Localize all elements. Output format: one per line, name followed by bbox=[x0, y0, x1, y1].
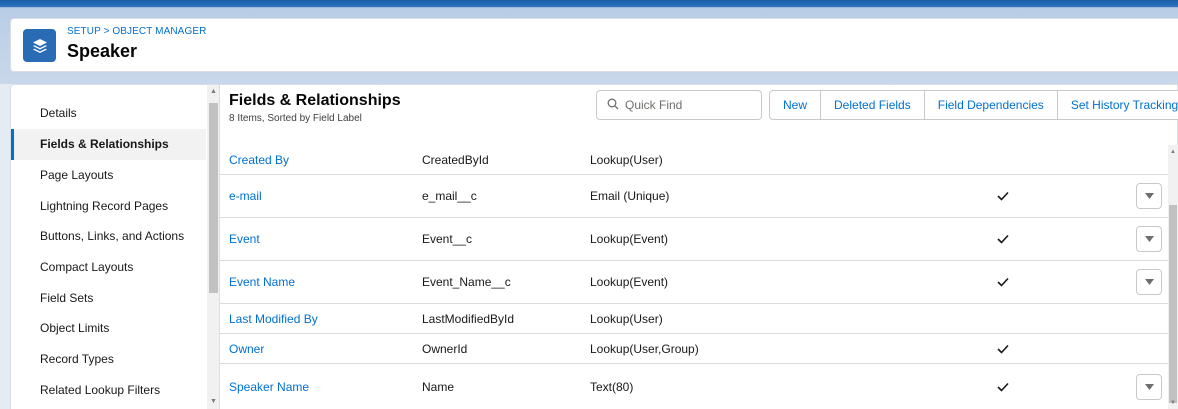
breadcrumb-setup-link[interactable]: SETUP bbox=[67, 26, 101, 37]
sidebar-item-related-lookup-filters[interactable]: Related Lookup Filters bbox=[11, 375, 206, 406]
scroll-up-icon[interactable]: ▲ bbox=[1169, 148, 1177, 156]
check-icon bbox=[996, 364, 1010, 409]
row-actions-menu-button[interactable] bbox=[1136, 183, 1162, 209]
breadcrumb-object-manager-link[interactable]: OBJECT MANAGER bbox=[112, 26, 206, 37]
breadcrumb: SETUP > OBJECT MANAGER bbox=[67, 26, 206, 37]
quick-find-placeholder: Quick Find bbox=[625, 98, 683, 112]
quick-find-input[interactable]: Quick Find bbox=[596, 90, 762, 120]
chevron-down-icon bbox=[1144, 384, 1154, 390]
sidebar-item-buttons-links-actions[interactable]: Buttons, Links, and Actions bbox=[11, 221, 206, 252]
field-label-link[interactable]: Last Modified By bbox=[229, 304, 318, 333]
row-actions-menu-button[interactable] bbox=[1136, 226, 1162, 252]
scroll-down-icon[interactable]: ▼ bbox=[1169, 399, 1177, 407]
field-data-type: Lookup(User) bbox=[590, 311, 663, 326]
row-actions-cell bbox=[1136, 218, 1162, 260]
sidebar-scrollbar-thumb[interactable] bbox=[209, 103, 218, 293]
object-header: SETUP > OBJECT MANAGER Speaker bbox=[10, 18, 1178, 72]
field-label-link[interactable]: Event bbox=[229, 218, 260, 260]
section-title: Fields & Relationships bbox=[229, 92, 401, 109]
table-row: e-mail e_mail__c Email (Unique) bbox=[220, 175, 1168, 218]
sidebar-item-fields-relationships[interactable]: Fields & Relationships bbox=[11, 129, 206, 160]
deleted-fields-button[interactable]: Deleted Fields bbox=[820, 91, 924, 119]
row-actions-cell bbox=[1136, 364, 1162, 409]
sidebar-item-field-sets[interactable]: Field Sets bbox=[11, 283, 206, 314]
field-api-name: LastModifiedById bbox=[422, 311, 515, 326]
field-label-link[interactable]: Owner bbox=[229, 334, 264, 363]
table-row: Event Event__c Lookup(Event) bbox=[220, 218, 1168, 261]
field-data-type: Lookup(User) bbox=[590, 152, 663, 167]
row-actions-cell bbox=[1136, 261, 1162, 303]
check-icon bbox=[996, 334, 1010, 363]
item-count-subtitle: 8 Items, Sorted by Field Label bbox=[229, 113, 362, 124]
sidebar-item-object-limits[interactable]: Object Limits bbox=[11, 313, 206, 344]
sidebar-item-details[interactable]: Details bbox=[11, 98, 206, 129]
field-api-name: CreatedById bbox=[422, 152, 489, 167]
row-actions-menu-button[interactable] bbox=[1136, 269, 1162, 295]
breadcrumb-separator: > bbox=[103, 26, 110, 37]
sidebar-item-compact-layouts[interactable]: Compact Layouts bbox=[11, 252, 206, 283]
object-manager-sidebar: Details Fields & Relationships Page Layo… bbox=[10, 84, 220, 409]
chevron-down-icon bbox=[1144, 193, 1154, 199]
sidebar-item-lightning-record-pages[interactable]: Lightning Record Pages bbox=[11, 191, 206, 222]
sidebar-item-page-layouts[interactable]: Page Layouts bbox=[11, 160, 206, 191]
field-data-type: Lookup(User,Group) bbox=[590, 341, 699, 356]
field-label-link[interactable]: Event Name bbox=[229, 261, 295, 303]
field-dependencies-button[interactable]: Field Dependencies bbox=[923, 91, 1057, 119]
chevron-down-icon bbox=[1144, 236, 1154, 242]
table-row: Event Name Event_Name__c Lookup(Event) bbox=[220, 261, 1168, 304]
field-data-type: Email (Unique) bbox=[590, 189, 670, 203]
sidebar-item-record-types[interactable]: Record Types bbox=[11, 344, 206, 375]
field-api-name: e_mail__c bbox=[422, 189, 477, 203]
check-icon bbox=[996, 218, 1010, 260]
search-icon bbox=[607, 98, 619, 113]
action-button-group: New Deleted Fields Field Dependencies Se… bbox=[769, 90, 1178, 120]
field-label-link[interactable]: Speaker Name bbox=[229, 364, 309, 409]
field-data-type: Lookup(Event) bbox=[590, 232, 669, 246]
table-row: Owner OwnerId Lookup(User,Group) bbox=[220, 334, 1168, 364]
page-title: Speaker bbox=[67, 41, 138, 61]
new-button[interactable]: New bbox=[770, 91, 820, 119]
field-data-type: Text(80) bbox=[590, 380, 634, 394]
fields-relationships-panel: Fields & Relationships 8 Items, Sorted b… bbox=[220, 84, 1178, 409]
table-row: Created By CreatedById Lookup(User) bbox=[220, 145, 1168, 175]
check-icon bbox=[996, 261, 1010, 303]
row-actions-menu-button[interactable] bbox=[1136, 374, 1162, 400]
layers-icon bbox=[23, 29, 56, 62]
scroll-down-icon[interactable]: ▼ bbox=[209, 397, 218, 407]
field-api-name: Event__c bbox=[422, 232, 473, 246]
row-actions-cell bbox=[1136, 175, 1162, 217]
table-row: Last Modified By LastModifiedById Lookup… bbox=[220, 304, 1168, 334]
set-history-tracking-button[interactable]: Set History Tracking bbox=[1056, 91, 1178, 119]
table-scrollbar-thumb[interactable] bbox=[1169, 205, 1177, 403]
field-api-name: Name bbox=[422, 380, 455, 394]
field-api-name: Event_Name__c bbox=[422, 275, 511, 289]
check-icon bbox=[996, 175, 1010, 217]
field-label-link[interactable]: e-mail bbox=[229, 175, 262, 217]
scroll-up-icon[interactable]: ▲ bbox=[209, 87, 218, 97]
field-label-link[interactable]: Created By bbox=[229, 145, 289, 174]
field-data-type: Lookup(Event) bbox=[590, 275, 669, 289]
chevron-down-icon bbox=[1144, 279, 1154, 285]
table-row: Speaker Name Name Text(80) bbox=[220, 364, 1168, 409]
field-api-name: OwnerId bbox=[422, 341, 468, 356]
